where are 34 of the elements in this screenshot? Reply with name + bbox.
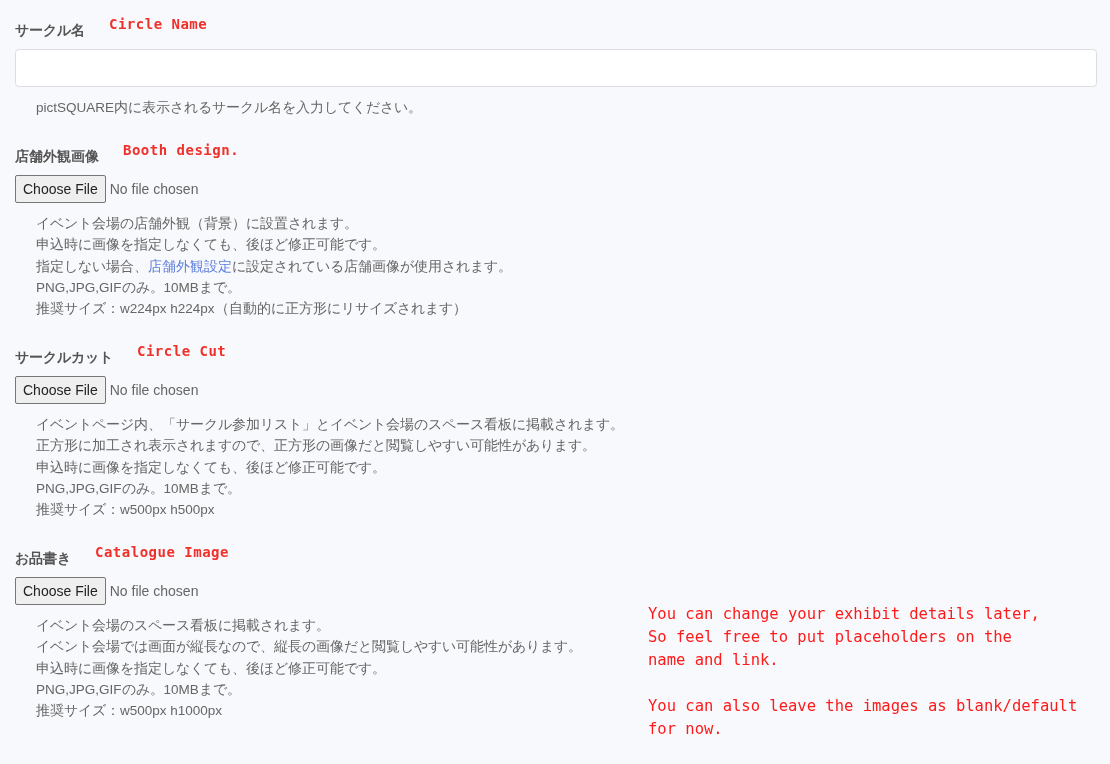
help-text: 申込時に画像を指定しなくても、後ほど修正可能です。: [36, 659, 386, 678]
help-text: 申込時に画像を指定しなくても、後ほど修正可能です。: [36, 236, 386, 255]
help-text: イベント会場の店舗外観（背景）に設置されます。: [36, 215, 358, 234]
help-text: イベントページ内、「サークル参加リスト」とイベント会場のスペース看板に掲載されます。: [36, 416, 624, 435]
help-text: 推奨サイズ：w500px h500px: [36, 501, 215, 520]
help-text: 正方形に加工され表示されますので、正方形の画像だと閲覧しやすい可能性があります。: [36, 437, 596, 456]
settings-link[interactable]: 店舗外観設定: [148, 258, 232, 274]
choose-file-button[interactable]: Choose File: [15, 376, 106, 405]
help-text: pictSQUARE内に表示されるサークル名を入力してください。: [36, 99, 423, 117]
file-status-text: No file chosen: [109, 380, 199, 400]
help-text: イベント会場では画面が縦長なので、縦長の画像だと閲覧しやすい可能性があります。: [36, 638, 582, 657]
file-status-text: No file chosen: [109, 179, 199, 199]
annotation-text: Booth design.: [123, 141, 240, 161]
field-label: 店舗外観画像: [15, 147, 99, 167]
annotation-text: Circle Name: [109, 15, 208, 34]
help-text: 推奨サイズ：w224px h224px（自動的に正方形にリサイズされます）: [36, 300, 467, 318]
annotation-note: You can also leave the images as blank/default for now.: [648, 696, 1078, 740]
help-text: 推奨サイズ：w500px h1000px: [36, 702, 223, 721]
field-label: サークルカット: [15, 348, 113, 368]
text-input-field[interactable]: [15, 49, 1097, 87]
help-text: PNG,JPG,GIFのみ。10MBまで。: [36, 278, 241, 297]
help-text: 申込時に画像を指定しなくても、後ほど修正可能です。: [36, 458, 386, 477]
annotation-text: Circle Cut: [137, 342, 227, 362]
annotation-note: You can change your exhibit details later, So feel free to put placeholders on the name and link.: [648, 604, 1041, 671]
help-text: 指定しない場合、店舗外観設定に設定されている店舗画像が使用されます。: [36, 257, 512, 276]
file-status-text: No file chosen: [109, 581, 199, 601]
help-text: PNG,JPG,GIFのみ。10MBまで。: [36, 479, 241, 498]
help-text: PNG,JPG,GIFのみ。10MBまで。: [36, 680, 241, 699]
help-text: イベント会場のスペース看板に掲載されます。: [36, 617, 330, 636]
field-label: お品書き: [15, 549, 71, 569]
annotation-text: Catalogue Image: [95, 543, 229, 563]
choose-file-button[interactable]: Choose File: [15, 175, 106, 204]
field-label: サークル名: [15, 21, 85, 40]
choose-file-button[interactable]: Choose File: [15, 577, 106, 606]
